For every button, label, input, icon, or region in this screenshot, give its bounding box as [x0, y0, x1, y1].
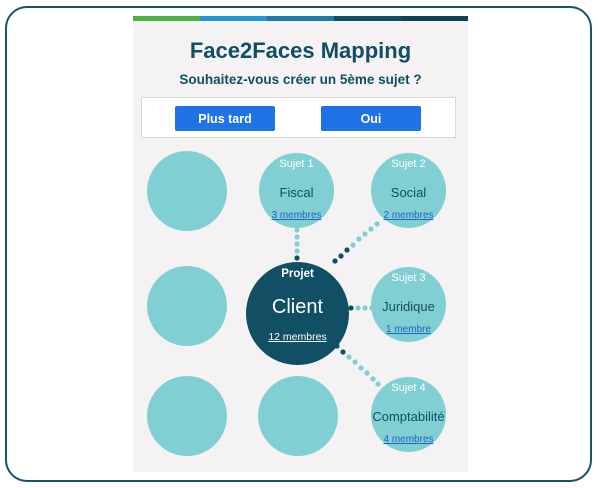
subject-number: Sujet 2 [391, 158, 426, 170]
subject-bubble-1[interactable]: Sujet 1 Fiscal 3 membres [259, 153, 334, 228]
subject-bubble-2[interactable]: Sujet 2 Social 2 membres [371, 153, 446, 228]
link-sujet-4 [334, 343, 381, 387]
subject-bubble-3[interactable]: Sujet 3 Juridique 1 membre [371, 267, 446, 342]
app-screen: Face2Faces Mapping Souhaitez-vous créer … [133, 16, 468, 472]
project-label: Projet [281, 268, 314, 280]
subject-bubble-4[interactable]: Sujet 4 Comptabilité 4 membres [371, 377, 446, 452]
subject-members-link[interactable]: 1 membre [371, 324, 446, 335]
subject-name: Comptabilité [372, 409, 445, 424]
subject-number: Sujet 4 [391, 382, 426, 394]
project-members-link[interactable]: 12 membres [246, 331, 349, 343]
subject-members-link[interactable]: 3 membres [259, 210, 334, 221]
subject-members-link[interactable]: 2 membres [371, 210, 446, 221]
subject-number: Sujet 1 [279, 158, 314, 170]
subject-name: Juridique [382, 299, 435, 314]
subject-number: Sujet 3 [391, 272, 426, 284]
link-sujet-1 [294, 227, 300, 261]
empty-slot-3[interactable] [147, 376, 227, 456]
empty-slot-4[interactable] [258, 376, 338, 456]
empty-slot-1[interactable] [147, 151, 227, 231]
link-sujet-2 [332, 221, 380, 264]
project-name: Client [271, 296, 324, 318]
subject-name: Fiscal [279, 185, 314, 200]
subject-name: Social [390, 185, 427, 200]
project-bubble[interactable]: Projet Client 12 membres [246, 262, 349, 365]
empty-slot-2[interactable] [147, 266, 227, 346]
subject-members-link[interactable]: 4 membres [371, 434, 446, 445]
